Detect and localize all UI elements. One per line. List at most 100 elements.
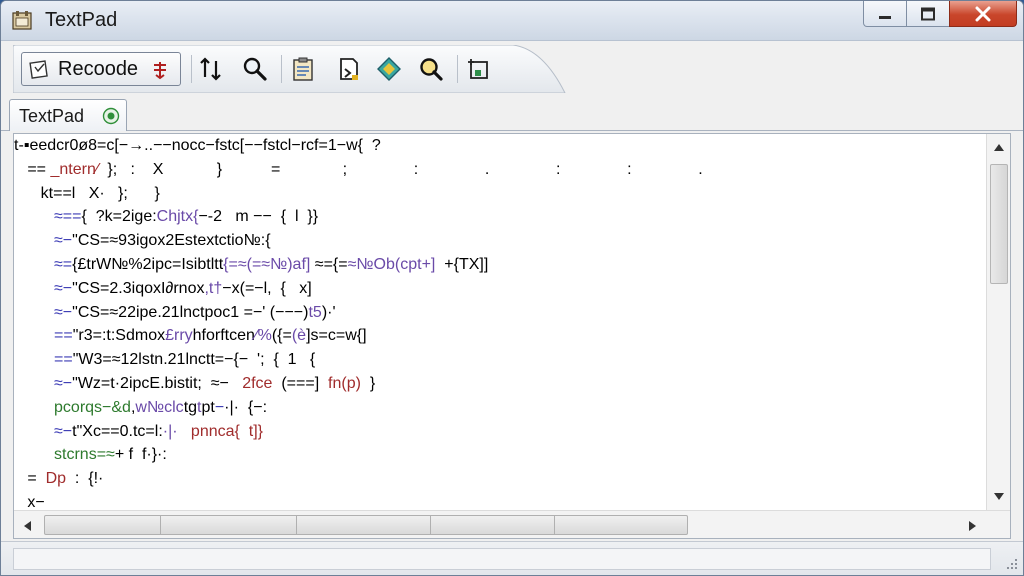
clipboard-icon[interactable]: [289, 55, 317, 83]
code-line[interactable]: ≈={£trW№%2ipc=Isibtltt{=≈(=≈№)af] ≈={=≈№…: [14, 253, 986, 277]
toolbar-separator: [191, 55, 192, 83]
maximize-icon: [921, 7, 935, 20]
window-controls: [863, 1, 1017, 27]
app-window: TextPad Recoode TextPad t-▪eedcr0ø8=c[−→…: [0, 0, 1024, 576]
code-token: ≈−: [54, 279, 73, 297]
tab-textpad[interactable]: TextPad: [9, 99, 127, 131]
code-line[interactable]: ≈−"CS=2.3iqoxI∂rnox,t†−x(=−l, { x]: [14, 277, 986, 301]
scroll-segment-divider: [160, 515, 161, 535]
code-token: t5: [308, 303, 322, 321]
vertical-scrollbar[interactable]: [986, 134, 1010, 510]
code-token: 2fce: [242, 374, 273, 392]
title-bar[interactable]: TextPad: [1, 1, 1023, 41]
code-token: ,t†: [204, 279, 223, 297]
minimize-button[interactable]: [863, 1, 907, 27]
code-token: stcrns=≈: [54, 446, 115, 464]
code-token: _ntern∕: [50, 160, 99, 178]
code-line[interactable]: ≈−"CS=≈22ipe.21lnctpoc1 =−' (−−−)t5)·': [14, 301, 986, 325]
code-token: −-2 m −− { l }}: [198, 208, 319, 226]
code-token: +{TX]]: [435, 255, 489, 273]
code-content[interactable]: t-▪eedcr0ø8=c[−→..−−nocc−fstc[−−fstcl−rc…: [14, 134, 986, 510]
status-panel: [13, 548, 991, 570]
code-token: ==: [54, 351, 73, 369]
code-token: ≈=: [54, 255, 73, 273]
code-token: ≈==: [54, 208, 82, 226]
maximize-button[interactable]: [906, 1, 950, 27]
recode-label: Recoode: [58, 57, 139, 80]
code-token: ==: [54, 327, 73, 345]
scroll-right-arrow-icon[interactable]: [968, 520, 978, 532]
code-token: "Wz=t·2ipcE.bistit; ≈−: [72, 374, 243, 392]
code-token: ≈№Ob(cpt+]: [347, 255, 436, 273]
code-token: }; : X } = ; : . : : .: [98, 160, 703, 178]
scroll-segment-divider: [296, 515, 297, 535]
code-token: w№clc: [135, 398, 184, 416]
code-token: + f f·}·:: [114, 446, 167, 464]
status-bar: [1, 541, 1023, 575]
code-token: ({=: [271, 327, 292, 345]
code-token: x−: [14, 493, 45, 510]
code-line[interactable]: == _ntern∕ }; : X } = ; : . : : .: [14, 158, 986, 182]
code-line[interactable]: stcrns=≈+ f f·}·:: [14, 443, 986, 467]
code-token: pnnca{: [190, 422, 240, 440]
code-token: "CS=≈22ipe.21lnctpoc1 =−' (−−−): [72, 303, 309, 321]
code-token: hforftcen: [192, 327, 255, 345]
code-line[interactable]: ≈−"Wz=t·2ipcE.bistit; ≈− 2fce (===] fn(p…: [14, 372, 986, 396]
code-line[interactable]: ≈−t"Xc==0.tc=l:·|· pnnca{ t]}: [14, 420, 986, 444]
code-token: ==: [14, 160, 51, 178]
code-token: }: [360, 374, 376, 392]
code-token: ≈−: [54, 422, 73, 440]
code-line[interactable]: =="W3=≈12lstn.21lnctt=−{− '; { 1 {: [14, 348, 986, 372]
code-line[interactable]: =="r3=:t:Sdmox£rryhforftcen∕%({=(è]s=c=w…: [14, 324, 986, 348]
toolbar: Recoode: [13, 45, 1013, 93]
code-line[interactable]: ≈=={ ?k=2ige:Chjtx{−-2 m −− { l }}: [14, 205, 986, 229]
code-token: (===]: [272, 374, 329, 392]
tab-status-icon[interactable]: [102, 107, 120, 125]
recode-dropdown-icon[interactable]: [150, 59, 170, 81]
close-button[interactable]: [949, 1, 1017, 27]
export-icon[interactable]: [335, 55, 363, 83]
code-line[interactable]: t-▪eedcr0ø8=c[−→..−−nocc−fstc[−−fstcl−rc…: [14, 134, 986, 158]
diamond-icon[interactable]: [375, 55, 403, 83]
frame-icon[interactable]: [465, 55, 493, 83]
scroll-down-arrow-icon[interactable]: [993, 492, 1005, 502]
recode-button[interactable]: Recoode: [21, 52, 181, 86]
code-token: kt==l X· }; }: [14, 184, 160, 202]
code-token: −x(=−l, { x]: [222, 279, 312, 297]
editor-area[interactable]: t-▪eedcr0ø8=c[−→..−−nocc−fstc[−−fstcl−rc…: [13, 133, 1011, 539]
tab-bar: TextPad: [1, 97, 1023, 131]
tab-label: TextPad: [19, 106, 85, 126]
code-token: pcorqs−&d: [54, 398, 131, 416]
code-token: Dp: [45, 470, 67, 488]
scroll-up-arrow-icon[interactable]: [993, 142, 1005, 152]
code-token: {£trW№%2ipc=Isibtltt: [72, 255, 224, 273]
code-line[interactable]: = Dp : {!·: [14, 467, 986, 491]
code-token: £rry: [165, 327, 193, 345]
vertical-scroll-thumb[interactable]: [990, 164, 1008, 284]
code-token: fn(p): [328, 374, 361, 392]
search-icon[interactable]: [241, 55, 269, 83]
code-line[interactable]: pcorqs−&d,w№clctgtpt−·|· {−:: [14, 396, 986, 420]
code-line[interactable]: kt==l X· }; }: [14, 182, 986, 206]
scroll-left-arrow-icon[interactable]: [22, 520, 32, 532]
code-line[interactable]: ≈−"CS=≈93igox2Estextctio№:{: [14, 229, 986, 253]
code-token: "r3=:t:Sdmox: [72, 327, 166, 345]
horizontal-scroll-thumb[interactable]: [44, 515, 688, 535]
code-token: =: [14, 470, 46, 488]
code-token: t]}: [248, 422, 263, 440]
zoom-icon[interactable]: [417, 55, 445, 83]
horizontal-scrollbar[interactable]: [14, 510, 1010, 538]
code-token: −: [214, 398, 225, 416]
code-line[interactable]: x−: [14, 491, 986, 510]
toolbar-separator: [457, 55, 458, 83]
sort-icon[interactable]: [197, 55, 225, 83]
code-token: ≈−: [54, 303, 73, 321]
resize-grip-icon[interactable]: [1003, 555, 1019, 571]
code-token: ≈−: [54, 232, 73, 250]
